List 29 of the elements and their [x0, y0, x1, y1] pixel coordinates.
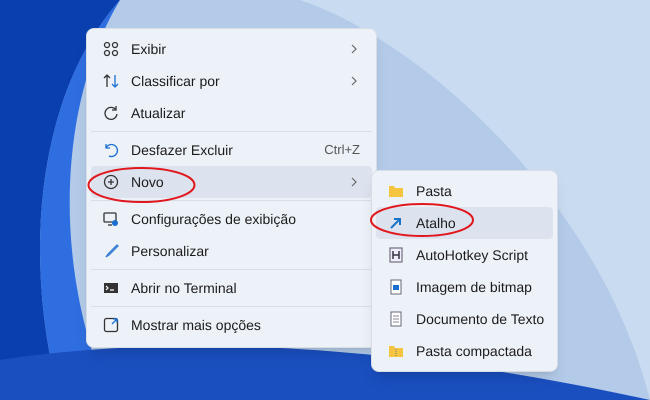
- menu-item[interactable]: Mostrar mais opções: [91, 309, 372, 341]
- expand-icon: [103, 317, 119, 333]
- menu-item[interactable]: Documento de Texto: [376, 303, 553, 335]
- menu-item[interactable]: Desfazer Excluir Ctrl+Z: [91, 134, 372, 166]
- menu-item[interactable]: Personalizar: [91, 235, 372, 267]
- menu-item[interactable]: AutoHotkey Script: [376, 239, 553, 271]
- menu-item[interactable]: Abrir no Terminal: [91, 272, 372, 304]
- grid-icon: [103, 41, 119, 57]
- menu-item[interactable]: Pasta compactada: [376, 335, 553, 367]
- sort-arrows-icon: [103, 73, 119, 89]
- menu-item[interactable]: Exibir: [91, 33, 372, 65]
- script-file-icon: [388, 247, 404, 263]
- image-file-icon: [388, 279, 404, 295]
- menu-item[interactable]: Classificar por: [91, 65, 372, 97]
- zip-folder-icon: [388, 343, 404, 359]
- menu-item[interactable]: Novo: [91, 166, 372, 198]
- menu-item[interactable]: Configurações de exibição: [91, 203, 372, 235]
- plus-circle-icon: [103, 174, 119, 190]
- menu-item[interactable]: Atualizar: [91, 97, 372, 129]
- folder-icon: [388, 183, 404, 199]
- brush-icon: [103, 243, 119, 259]
- shortcut-text: Ctrl+Z: [324, 141, 360, 160]
- menu-item[interactable]: Atalho: [376, 207, 553, 239]
- terminal-icon: [103, 280, 119, 296]
- refresh-icon: [103, 105, 119, 121]
- undo-icon: [103, 142, 119, 158]
- text-file-icon: [388, 311, 404, 327]
- menu-item[interactable]: Imagem de bitmap: [376, 271, 553, 303]
- shortcut-arrow-icon: [388, 215, 404, 231]
